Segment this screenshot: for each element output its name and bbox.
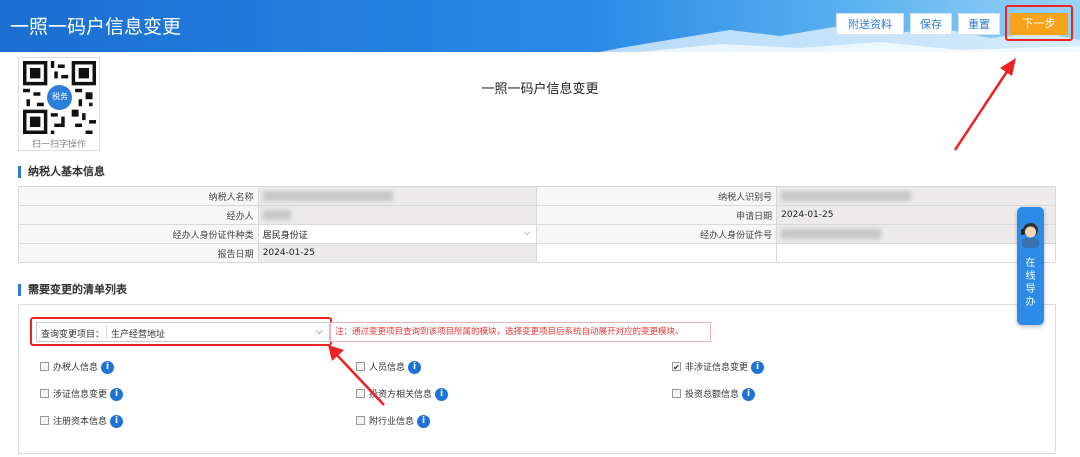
support-avatar-icon [1021, 223, 1039, 248]
info-icon[interactable]: i [435, 388, 449, 401]
app-header: 一照一码户信息变更 附送资料 保存 重置 下一步 [0, 0, 1080, 52]
checkbox-label: 非涉证信息变更 [685, 363, 749, 373]
report-date-value: 2024-01-25 [257, 243, 538, 263]
checkbox-label: 办税人信息 [53, 363, 99, 373]
agent-id-number-value [776, 224, 1056, 244]
taxpayer-name-value [257, 186, 538, 206]
chevron-down-icon: ⌵ [523, 228, 531, 238]
info-icon[interactable]: i [417, 415, 431, 428]
table-row: 经办人身份证件种类 居民身份证 ⌵ 经办人身份证件号 [18, 224, 1056, 244]
reset-button[interactable]: 重置 [958, 13, 1000, 35]
agent-label: 经办人 [18, 205, 259, 225]
checkbox-label: 注册资本信息 [53, 417, 108, 427]
checkbox-label: 投资总额信息 [685, 390, 740, 400]
header-mountain-decoration [600, 26, 1080, 52]
empty-label [536, 243, 778, 263]
agent-id-type-label: 经办人身份证件种类 [18, 224, 259, 244]
checkbox-box[interactable] [40, 389, 49, 398]
info-icon[interactable]: i [408, 361, 422, 374]
taxpayer-id-value [776, 186, 1056, 206]
checkbox-taxpayer-agent-info[interactable]: 办税人信息 i [40, 361, 115, 375]
query-note: 注：通过变更项目查询到该项目所属的模块，选择变更项目后系统自动展开对应的变更模块… [330, 322, 711, 342]
info-icon[interactable]: i [742, 388, 756, 401]
checkbox-box[interactable] [356, 416, 365, 425]
query-highlight [30, 317, 332, 346]
info-icon[interactable]: i [110, 388, 124, 401]
online-guide-label: 在线导办 [1025, 258, 1036, 308]
checkbox-box[interactable] [40, 362, 49, 371]
checkbox-box[interactable] [356, 389, 365, 398]
taxpayer-name-label: 纳税人名称 [18, 186, 259, 206]
section-title-taxpayer: 纳税人基本信息 [18, 166, 105, 178]
checkbox-box[interactable] [40, 416, 49, 425]
apply-date-value: 2024-01-25 [776, 205, 1056, 225]
qr-code-panel: 税务 扫一扫字操作 [18, 57, 100, 151]
attach-documents-button[interactable]: 附送资料 [836, 13, 904, 35]
info-icon[interactable]: i [110, 415, 124, 428]
taxpayer-info-table: 纳税人名称 纳税人识别号 经办人 申请日期 2024-01-25 经办人身份证件… [18, 186, 1056, 263]
checkbox-registered-capital-info[interactable]: 注册资本信息 i [40, 415, 124, 429]
checkbox-total-investment-info[interactable]: 投资总额信息 i [672, 388, 756, 402]
checkbox-box[interactable] [356, 362, 365, 371]
section-title-change-list: 需要变更的清单列表 [18, 284, 127, 296]
document-title: 一照一码户信息变更 [481, 82, 599, 97]
agent-id-type-value: 居民身份证 [262, 230, 308, 241]
annotation-arrow-to-next [953, 58, 1016, 151]
table-row: 纳税人名称 纳税人识别号 [18, 186, 1056, 206]
table-row: 报告日期 2024-01-25 [18, 243, 1056, 263]
info-icon[interactable]: i [101, 361, 115, 374]
checkbox-label: 投资方相关信息 [369, 390, 433, 400]
agent-value [257, 205, 538, 225]
table-row: 经办人 申请日期 2024-01-25 [18, 205, 1056, 225]
report-date-label: 报告日期 [18, 243, 259, 263]
agent-id-number-label: 经办人身份证件号 [536, 224, 778, 244]
save-button[interactable]: 保存 [910, 13, 952, 35]
apply-date-label: 申请日期 [536, 205, 778, 225]
empty-value [776, 243, 1056, 263]
online-guide-widget[interactable]: 在线导办 [1017, 207, 1044, 325]
next-step-highlight [1005, 5, 1073, 41]
qr-caption: 扫一扫字操作 [31, 140, 86, 150]
checkbox-additional-industry-info[interactable]: 附行业信息 i [356, 415, 431, 429]
checkbox-label: 附行业信息 [369, 417, 415, 427]
checkbox-label: 人员信息 [369, 363, 406, 373]
checkbox-label: 涉证信息变更 [53, 390, 108, 400]
taxpayer-id-label: 纳税人识别号 [536, 186, 778, 206]
info-icon[interactable]: i [751, 361, 765, 374]
checkbox-personnel-info[interactable]: 人员信息 i [356, 361, 422, 375]
checkbox-box-checked[interactable]: ✔ [672, 362, 681, 372]
checkbox-investor-info[interactable]: 投资方相关信息 i [356, 388, 449, 402]
page-title: 一照一码户信息变更 [10, 16, 182, 38]
checkbox-license-info-change[interactable]: 涉证信息变更 i [40, 388, 124, 402]
checkbox-box[interactable] [672, 389, 681, 398]
agent-id-type-select[interactable]: 居民身份证 ⌵ [257, 224, 538, 244]
checkbox-non-license-info-change[interactable]: ✔ 非涉证信息变更 i [672, 361, 765, 375]
